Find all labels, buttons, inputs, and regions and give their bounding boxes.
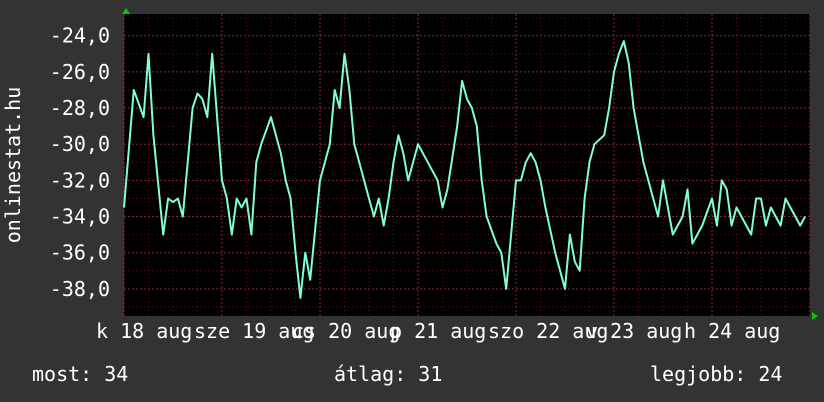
y-axis-label: onlinestat.hu xyxy=(1,87,25,244)
x-tick-label: cs 20 aug xyxy=(292,319,400,343)
x-tick-label: p 21 aug xyxy=(390,319,486,343)
chart: -24,0 -26,0 -28,0 -30,0 -32,0 -34,0 -36,0 -38,0… xyxy=(1,8,818,343)
footer-best: legjobb: 24 xyxy=(650,362,783,386)
x-axis-arrow-icon xyxy=(812,312,818,320)
y-tick-label: -28,0 xyxy=(50,96,110,120)
footer-average: átlag: 31 xyxy=(334,362,443,386)
x-axis-ticks: k 18 aug sze 19 augcs 20 augp 21 aug szo 2… xyxy=(96,319,780,343)
y-tick-label: -34,0 xyxy=(50,205,110,229)
x-tick-label: k 18 aug xyxy=(96,319,192,343)
y-tick-label: -38,0 xyxy=(50,277,110,301)
y-axis-ticks: -24,0 -26,0 -28,0 -30,0 -32,0 -34,0 -36,0 -38,0 xyxy=(50,24,110,301)
y-tick-label: -26,0 xyxy=(50,60,110,84)
x-tick-label: v 23 aug xyxy=(586,319,682,343)
y-tick-label: -36,0 xyxy=(50,241,110,265)
footer-current: most: 34 xyxy=(32,362,129,386)
y-axis-arrow-icon xyxy=(122,8,130,14)
y-tick-label: -30,0 xyxy=(50,132,110,156)
y-tick-label: -32,0 xyxy=(50,168,110,192)
x-tick-label: h 24 aug xyxy=(684,319,780,343)
y-tick-label: -24,0 xyxy=(50,24,110,48)
